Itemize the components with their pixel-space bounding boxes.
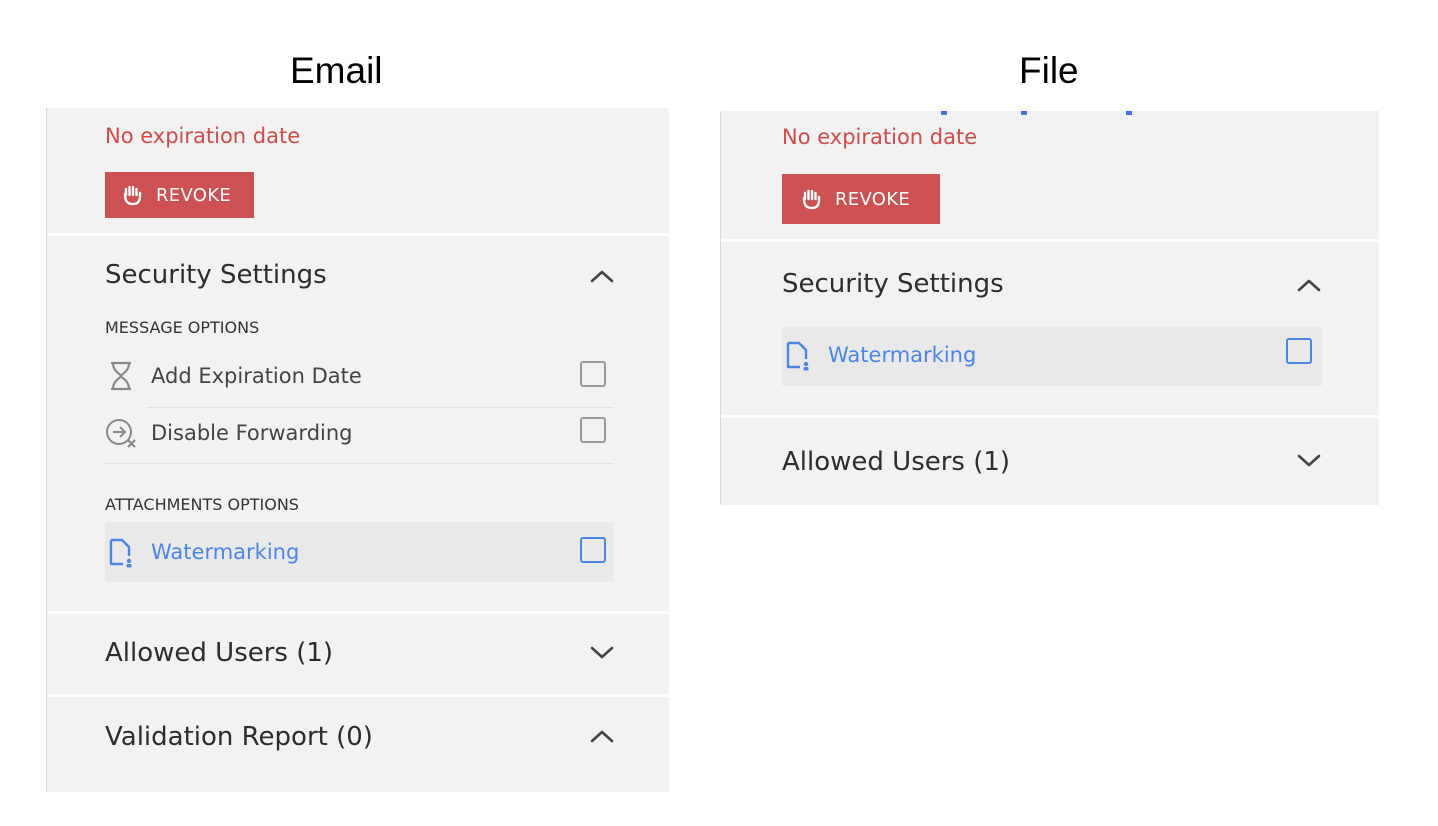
- forward-disabled-icon: [105, 417, 137, 449]
- chevron-up-icon[interactable]: [589, 268, 615, 284]
- chevron-up-icon[interactable]: [589, 728, 615, 744]
- revoke-label: REVOKE: [156, 184, 232, 206]
- watermark-doc-icon: [782, 339, 814, 371]
- message-options-label: MESSAGE OPTIONS: [105, 318, 260, 337]
- validation-report-title[interactable]: Validation Report (0): [105, 722, 373, 752]
- watermarking-option[interactable]: Watermarking: [105, 524, 615, 580]
- disable-forwarding-checkbox[interactable]: [580, 417, 606, 443]
- cropped-link-fragment: [1021, 111, 1027, 115]
- watermarking-label: Watermarking: [151, 540, 300, 564]
- disable-forwarding-option[interactable]: Disable Forwarding: [105, 405, 615, 461]
- email-column-title: Email: [290, 50, 383, 91]
- expiration-status: No expiration date: [782, 125, 978, 149]
- hourglass-icon: [105, 360, 137, 392]
- separator: [105, 463, 614, 464]
- attachments-options-label: ATTACHMENTS OPTIONS: [105, 495, 299, 514]
- watermarking-option[interactable]: Watermarking: [782, 327, 1322, 383]
- disable-forwarding-label: Disable Forwarding: [151, 421, 353, 445]
- chevron-down-icon[interactable]: [589, 645, 615, 661]
- chevron-up-icon[interactable]: [1296, 277, 1322, 293]
- add-expiration-option[interactable]: Add Expiration Date: [105, 348, 615, 404]
- revoke-button[interactable]: REVOKE: [105, 172, 254, 218]
- hand-icon: [122, 184, 144, 206]
- add-expiration-checkbox[interactable]: [580, 361, 606, 387]
- divider: [47, 233, 669, 236]
- divider: [47, 611, 669, 614]
- file-column-title: File: [1019, 50, 1079, 91]
- revoke-button[interactable]: REVOKE: [782, 174, 940, 224]
- allowed-users-title[interactable]: Allowed Users (1): [782, 447, 1010, 477]
- divider: [47, 694, 669, 697]
- email-panel: No expiration date REVOKE Security Setti…: [46, 108, 669, 792]
- chevron-down-icon[interactable]: [1296, 453, 1322, 469]
- add-expiration-label: Add Expiration Date: [151, 364, 362, 388]
- security-settings-title: Security Settings: [782, 269, 1004, 299]
- cropped-link-fragment: [1126, 111, 1132, 115]
- revoke-label: REVOKE: [835, 188, 911, 210]
- watermarking-label: Watermarking: [828, 343, 977, 367]
- cropped-link-fragment: [941, 111, 947, 115]
- security-settings-title: Security Settings: [105, 260, 327, 290]
- expiration-status: No expiration date: [105, 124, 301, 148]
- watermarking-checkbox[interactable]: [1286, 338, 1312, 364]
- watermarking-checkbox[interactable]: [580, 537, 606, 563]
- watermark-doc-icon: [105, 536, 137, 568]
- divider: [721, 415, 1379, 418]
- hand-icon: [801, 188, 823, 210]
- allowed-users-title[interactable]: Allowed Users (1): [105, 638, 333, 668]
- divider: [721, 239, 1379, 242]
- file-panel: No expiration date REVOKE Security Setti…: [720, 111, 1379, 505]
